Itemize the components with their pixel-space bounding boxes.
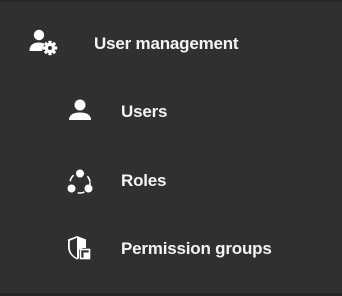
user-icon bbox=[63, 95, 97, 129]
menu-item-users[interactable]: Users bbox=[0, 84, 334, 140]
permission-groups-shield-icon bbox=[63, 232, 97, 266]
user-management-gear-icon bbox=[28, 27, 68, 61]
menu-item-label: Permission groups bbox=[121, 239, 272, 258]
menu-item-label: Users bbox=[121, 102, 168, 121]
menu-item-roles[interactable]: Roles bbox=[0, 153, 334, 209]
menu-item-label: Roles bbox=[121, 171, 167, 190]
menu-item-user-management[interactable]: User management bbox=[0, 16, 334, 72]
user-management-menu: User management Users Roles Permission g… bbox=[0, 0, 342, 296]
menu-item-label: User management bbox=[94, 34, 239, 53]
menu-item-permission-groups[interactable]: Permission groups bbox=[0, 221, 334, 277]
roles-icon bbox=[63, 164, 97, 198]
